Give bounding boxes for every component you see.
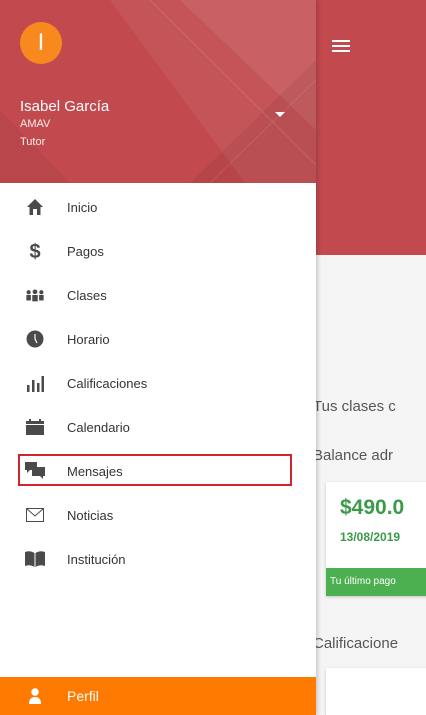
user-avatar[interactable]: I — [20, 22, 62, 64]
chat-icon — [25, 461, 45, 481]
user-role: Tutor — [20, 136, 46, 148]
dollar-icon: $ — [25, 241, 45, 261]
grades-section-title: Calificacione — [316, 635, 399, 652]
menu-item-label: Clases — [67, 287, 107, 303]
svg-text:$: $ — [29, 241, 40, 261]
grades-card[interactable] — [326, 668, 426, 715]
menu-item-label: Pagos — [67, 243, 104, 259]
balance-card[interactable]: $490.0 13/08/2019 Tu último pago — [326, 482, 426, 596]
drawer-header: I Isabel García AMAV Tutor — [0, 0, 316, 183]
clock-icon — [25, 329, 45, 349]
menu-item-clases[interactable]: Clases — [0, 273, 316, 317]
calendar-icon — [25, 417, 45, 437]
menu-item-calendario[interactable]: Calendario — [0, 405, 316, 449]
menu-item-label: Institución — [67, 551, 126, 567]
balance-date: 13/08/2019 — [340, 530, 401, 544]
menu-item-label: Calendario — [67, 419, 130, 435]
last-payment-banner: Tu último pago — [326, 568, 426, 596]
profile-label: Perfil — [67, 688, 99, 704]
bar-chart-icon — [25, 373, 45, 393]
classes-section-title: Tus clases c — [316, 398, 396, 415]
menu-item-noticias[interactable]: Noticias — [0, 493, 316, 537]
menu-item-horario[interactable]: Horario — [0, 317, 316, 361]
app-header — [316, 0, 426, 255]
menu-item-mensajes[interactable]: Mensajes — [0, 449, 316, 493]
people-icon — [25, 285, 45, 305]
person-icon — [25, 686, 45, 706]
navigation-drawer: I Isabel García AMAV Tutor Inicio $ Pago… — [0, 0, 316, 715]
drawer-menu: Inicio $ Pagos Clases Horario Calificaci… — [0, 185, 316, 581]
menu-icon[interactable] — [332, 40, 350, 54]
book-icon — [25, 549, 45, 569]
profile-button[interactable]: Perfil — [0, 677, 316, 715]
menu-item-calificaciones[interactable]: Calificaciones — [0, 361, 316, 405]
main-screen: Tus clases c Balance adr $490.0 13/08/20… — [316, 0, 426, 715]
balance-amount: $490.0 — [340, 496, 405, 519]
menu-item-label: Horario — [67, 331, 110, 347]
mail-icon — [25, 505, 45, 525]
menu-item-label: Noticias — [67, 507, 114, 523]
home-icon — [25, 197, 45, 217]
menu-item-pagos[interactable]: $ Pagos — [0, 229, 316, 273]
account-dropdown-icon[interactable] — [275, 112, 285, 117]
user-institution: AMAV — [20, 118, 51, 130]
menu-item-label: Inicio — [67, 199, 98, 215]
menu-item-institucion[interactable]: Institución — [0, 537, 316, 581]
balance-section-title: Balance adr — [316, 447, 394, 464]
user-name: Isabel García — [20, 98, 110, 115]
menu-item-inicio[interactable]: Inicio — [0, 185, 316, 229]
menu-item-label: Calificaciones — [67, 375, 148, 391]
menu-item-label: Mensajes — [67, 463, 123, 479]
